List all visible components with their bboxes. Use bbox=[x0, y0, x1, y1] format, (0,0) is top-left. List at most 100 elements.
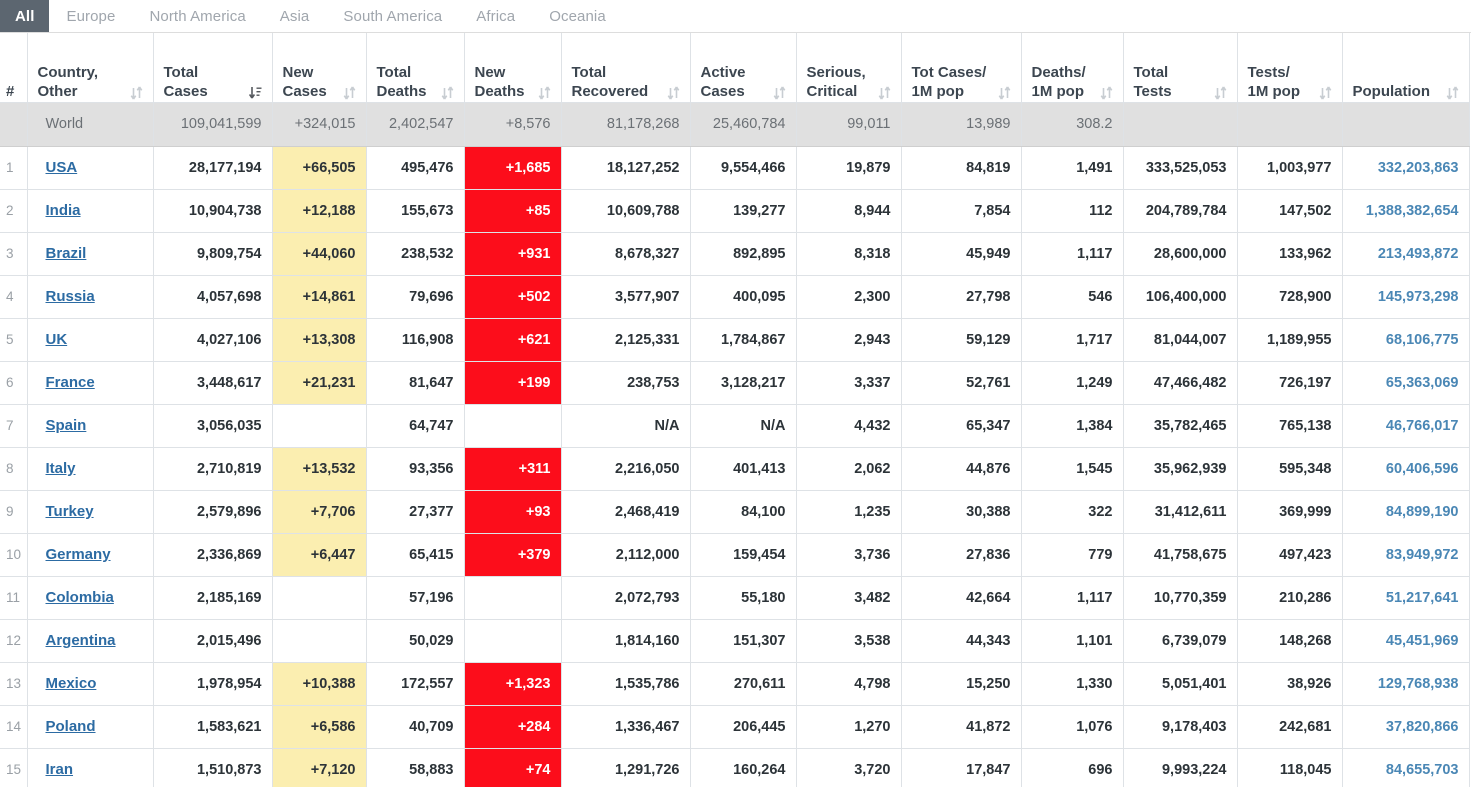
column-header-tt[interactable]: Total Tests bbox=[1123, 33, 1238, 103]
cell-serious-critical: 8,318 bbox=[796, 232, 902, 276]
country-link-argentina[interactable]: Argentina bbox=[46, 632, 116, 649]
cell-total-cases: 1,583,621 bbox=[153, 705, 273, 749]
country-link-brazil[interactable]: Brazil bbox=[46, 245, 87, 262]
country-link-mexico[interactable]: Mexico bbox=[46, 675, 97, 692]
cell-total-tests: 5,051,401 bbox=[1123, 662, 1238, 706]
cell-serious-critical: 2,300 bbox=[796, 275, 902, 319]
tab-asia[interactable]: Asia bbox=[263, 0, 327, 32]
cell-new-cases: +12,188 bbox=[272, 189, 367, 233]
cell-serious-critical: 3,337 bbox=[796, 361, 902, 405]
cell-population: 45,451,969 bbox=[1342, 619, 1470, 663]
country-table-container[interactable]: # Country, Other Total Cases New Cases Total Dea… bbox=[0, 33, 1471, 787]
tab-europe[interactable]: Europe bbox=[49, 0, 132, 32]
cell-total-cases: 10,904,738 bbox=[153, 189, 273, 233]
cell-tot-cases-per-1m: 84,819 bbox=[901, 146, 1022, 190]
cell-serious-critical: 3,720 bbox=[796, 748, 902, 787]
column-header-idx[interactable]: # bbox=[0, 33, 28, 103]
country-link-colombia[interactable]: Colombia bbox=[46, 589, 114, 606]
cell-total-tests: 35,782,465 bbox=[1123, 404, 1238, 448]
cell-total-recovered: 1,814,160 bbox=[561, 619, 691, 663]
table-row: 7 Spain 3,056,035 64,747 N/A N/A 4,432 65,347 1,… bbox=[0, 404, 1470, 448]
cell-new-deaths bbox=[464, 404, 562, 448]
column-header-ctry[interactable]: Country, Other bbox=[27, 33, 154, 103]
sort-toggle-icon[interactable] bbox=[773, 85, 786, 101]
column-header-tc[interactable]: Total Cases bbox=[153, 33, 273, 103]
country-link-germany[interactable]: Germany bbox=[46, 546, 111, 563]
cell-active-cases: 400,095 bbox=[690, 275, 797, 319]
cell-tot-cases-per-1m: 27,798 bbox=[901, 275, 1022, 319]
table-row: 12 Argentina 2,015,496 50,029 1,814,160 151,3… bbox=[0, 619, 1470, 663]
sort-toggle-icon[interactable] bbox=[130, 85, 143, 101]
cell-serious-critical: 4,432 bbox=[796, 404, 902, 448]
country-link-uk[interactable]: UK bbox=[46, 331, 68, 348]
country-link-poland[interactable]: Poland bbox=[46, 718, 96, 735]
sort-toggle-icon[interactable] bbox=[998, 85, 1011, 101]
cell-serious-critical: 8,944 bbox=[796, 189, 902, 233]
column-header-tr[interactable]: Total Recovered bbox=[561, 33, 691, 103]
sort-toggle-icon[interactable] bbox=[441, 85, 454, 101]
table-row: 1 USA 28,177,194 +66,505 495,476 +1,685 18,127… bbox=[0, 146, 1470, 190]
country-link-turkey[interactable]: Turkey bbox=[46, 503, 94, 520]
column-header-tpm[interactable]: Tests/1M pop bbox=[1237, 33, 1343, 103]
column-header-label-tcm: Tot Cases/1M pop bbox=[911, 64, 987, 100]
table-body: World 109,041,599 +324,015 2,402,547 +8,576 8… bbox=[0, 102, 1470, 787]
cell-total-deaths: 50,029 bbox=[366, 619, 465, 663]
cell-new-deaths bbox=[464, 576, 562, 620]
row-index: 14 bbox=[0, 705, 28, 749]
cell-new-cases: +13,308 bbox=[272, 318, 367, 362]
cell-new-deaths bbox=[464, 619, 562, 663]
country-link-india[interactable]: India bbox=[46, 202, 81, 219]
cell-new-cases: +10,388 bbox=[272, 662, 367, 706]
cell-population: 46,766,017 bbox=[1342, 404, 1470, 448]
cell-tot-cases-per-1m: 13,989 bbox=[901, 102, 1022, 147]
world-summary-row: World 109,041,599 +324,015 2,402,547 +8,576 8… bbox=[0, 102, 1470, 147]
column-header-dpm[interactable]: Deaths/1M pop bbox=[1021, 33, 1124, 103]
column-header-tcm[interactable]: Tot Cases/1M pop bbox=[901, 33, 1022, 103]
cell-new-deaths: +8,576 bbox=[464, 102, 562, 147]
sort-desc-icon[interactable] bbox=[248, 85, 262, 101]
sort-toggle-icon[interactable] bbox=[1214, 85, 1227, 101]
country-link-usa[interactable]: USA bbox=[46, 159, 78, 176]
cell-tot-cases-per-1m: 45,949 bbox=[901, 232, 1022, 276]
column-header-td[interactable]: Total Deaths bbox=[366, 33, 465, 103]
country-link-spain[interactable]: Spain bbox=[46, 417, 87, 434]
cell-active-cases: 892,895 bbox=[690, 232, 797, 276]
cell-new-cases: +44,060 bbox=[272, 232, 367, 276]
cell-active-cases: 151,307 bbox=[690, 619, 797, 663]
country-link-russia[interactable]: Russia bbox=[46, 288, 95, 305]
tab-south-america[interactable]: South America bbox=[326, 0, 459, 32]
column-header-ac[interactable]: Active Cases bbox=[690, 33, 797, 103]
cell-total-cases: 3,448,617 bbox=[153, 361, 273, 405]
tab-oceania[interactable]: Oceania bbox=[532, 0, 623, 32]
sort-toggle-icon[interactable] bbox=[1446, 85, 1459, 101]
sort-toggle-icon[interactable] bbox=[1100, 85, 1113, 101]
coronavirus-country-table: # Country, Other Total Cases New Cases Total Dea… bbox=[0, 33, 1470, 787]
column-header-popc[interactable]: Population bbox=[1342, 33, 1470, 103]
column-header-sc[interactable]: Serious, Critical bbox=[796, 33, 902, 103]
cell-tot-cases-per-1m: 15,250 bbox=[901, 662, 1022, 706]
sort-toggle-icon[interactable] bbox=[878, 85, 891, 101]
country-link-iran[interactable]: Iran bbox=[46, 761, 74, 778]
cell-new-cases bbox=[272, 576, 367, 620]
cell-new-deaths: +93 bbox=[464, 490, 562, 534]
cell-deaths-per-1m: 546 bbox=[1021, 275, 1124, 319]
cell-total-tests: 47,466,482 bbox=[1123, 361, 1238, 405]
cell-active-cases: 270,611 bbox=[690, 662, 797, 706]
country-link-france[interactable]: France bbox=[46, 374, 95, 391]
cell-total-tests: 9,178,403 bbox=[1123, 705, 1238, 749]
column-header-nc[interactable]: New Cases bbox=[272, 33, 367, 103]
sort-toggle-icon[interactable] bbox=[343, 85, 356, 101]
sort-toggle-icon[interactable] bbox=[1319, 85, 1332, 101]
sort-toggle-icon[interactable] bbox=[538, 85, 551, 101]
cell-total-cases: 4,057,698 bbox=[153, 275, 273, 319]
cell-total-tests: 81,044,007 bbox=[1123, 318, 1238, 362]
column-header-nd[interactable]: New Deaths bbox=[464, 33, 562, 103]
table-row: 11 Colombia 2,185,169 57,196 2,072,793 55,180… bbox=[0, 576, 1470, 620]
tab-all[interactable]: All bbox=[0, 0, 50, 32]
tab-africa[interactable]: Africa bbox=[459, 0, 532, 32]
tab-north-america[interactable]: North America bbox=[132, 0, 262, 32]
sort-toggle-icon[interactable] bbox=[667, 85, 680, 101]
cell-population: 51,217,641 bbox=[1342, 576, 1470, 620]
cell-active-cases: N/A bbox=[690, 404, 797, 448]
country-link-italy[interactable]: Italy bbox=[46, 460, 76, 477]
